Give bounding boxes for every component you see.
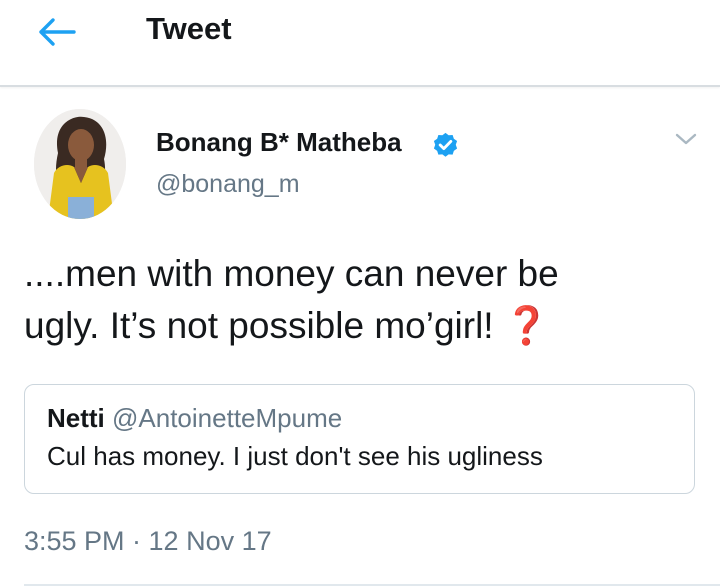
back-arrow-icon: [39, 18, 76, 46]
page-title: Tweet: [146, 11, 232, 46]
avatar[interactable]: [34, 109, 126, 219]
quoted-tweet-text: Cul has money. I just don't see his ugli…: [47, 441, 543, 471]
quoted-tweet-card[interactable]: Netti @AntoinetteMpume Cul has money. I …: [24, 384, 695, 494]
verified-badge-icon: [433, 132, 458, 157]
back-button[interactable]: [28, 12, 84, 52]
author-display-name[interactable]: Bonang B* Matheba: [156, 127, 402, 158]
quoted-author-handle: @AntoinetteMpume: [112, 403, 343, 433]
tweet-text-line: ugly. It’s not possible mo’girl! ❓: [24, 305, 550, 346]
quoted-author-name: Netti: [47, 403, 105, 433]
tweet-menu-button[interactable]: [672, 128, 700, 150]
author-handle[interactable]: @bonang_m: [156, 170, 300, 199]
tweet-timestamp[interactable]: 3:55 PM · 12 Nov 17: [24, 526, 272, 557]
chevron-down-icon: [675, 133, 697, 145]
tweet-text-line: ....men with money can never be: [24, 253, 559, 294]
top-app-bar: Tweet: [0, 0, 720, 87]
quoted-tweet-header: Netti @AntoinetteMpume: [47, 403, 342, 434]
tweet-text: ....men with money can never be ugly. It…: [24, 248, 704, 352]
